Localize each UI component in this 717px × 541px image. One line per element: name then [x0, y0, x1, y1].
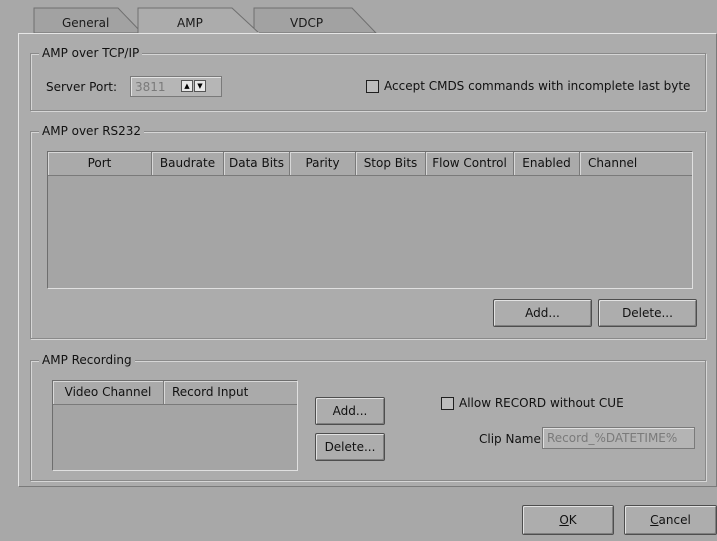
recording-table-header: Video Channel Record Input	[53, 381, 297, 405]
column-header-baudrate[interactable]: Baudrate	[152, 152, 224, 176]
recording-add-button[interactable]: Add...	[315, 397, 385, 425]
dialog-button-bar: OK Cancel	[0, 488, 717, 541]
amp-rs232-title: AMP over RS232	[39, 123, 145, 139]
recording-delete-button[interactable]: Delete...	[315, 433, 385, 461]
rs232-add-button[interactable]: Add...	[493, 299, 592, 327]
ok-label-rest: K	[568, 513, 577, 527]
clip-name-label: Clip Name:	[479, 432, 545, 446]
amp-rs232-group: AMP over RS232 Port Baudrate Data Bits P…	[30, 123, 706, 339]
server-port-spinner[interactable]: 3811 ▲ ▼	[130, 76, 222, 97]
rs232-port-table[interactable]: Port Baudrate Data Bits Parity Stop Bits…	[47, 151, 693, 289]
spinner-down-icon[interactable]: ▼	[194, 80, 206, 92]
spinner-up-icon[interactable]: ▲	[181, 80, 193, 92]
column-header-data-bits[interactable]: Data Bits	[224, 152, 290, 176]
column-header-flow-control[interactable]: Flow Control	[426, 152, 514, 176]
server-port-value: 3811	[135, 80, 166, 94]
amp-tcp-group: AMP over TCP/IP Server Port: 3811 ▲ ▼ Ac…	[30, 45, 706, 111]
cancel-mnemonic: C	[650, 513, 659, 527]
ok-mnemonic: O	[559, 513, 569, 527]
column-header-parity[interactable]: Parity	[290, 152, 356, 176]
column-header-video-channel[interactable]: Video Channel	[53, 381, 164, 405]
column-header-enabled[interactable]: Enabled	[514, 152, 580, 176]
clip-name-input[interactable]: Record_%DATETIME%	[542, 427, 695, 449]
tab-amp[interactable]: AMP	[177, 16, 203, 30]
allow-record-label: Allow RECORD without CUE	[459, 396, 624, 410]
recording-table[interactable]: Video Channel Record Input	[52, 380, 298, 471]
rs232-table-header: Port Baudrate Data Bits Parity Stop Bits…	[48, 152, 692, 176]
amp-recording-title: AMP Recording	[39, 352, 135, 368]
column-header-record-input[interactable]: Record Input	[164, 381, 297, 405]
server-port-label: Server Port:	[46, 80, 117, 94]
ok-button[interactable]: OK	[522, 505, 614, 535]
rs232-delete-button[interactable]: Delete...	[598, 299, 697, 327]
amp-tcp-title: AMP over TCP/IP	[39, 45, 143, 61]
column-header-port[interactable]: Port	[48, 152, 152, 176]
amp-settings-panel: AMP over TCP/IP Server Port: 3811 ▲ ▼ Ac…	[18, 33, 717, 487]
accept-cmds-checkbox[interactable]	[366, 80, 379, 93]
column-header-stop-bits[interactable]: Stop Bits	[356, 152, 426, 176]
amp-recording-group: AMP Recording Video Channel Record Input…	[30, 352, 706, 481]
tab-general[interactable]: General	[62, 16, 109, 30]
column-header-channel[interactable]: Channel	[580, 152, 692, 176]
tab-bar: General AMP VDCP	[0, 0, 717, 34]
tab-vdcp[interactable]: VDCP	[290, 16, 323, 30]
cancel-button[interactable]: Cancel	[624, 505, 717, 535]
allow-record-checkbox[interactable]	[441, 397, 454, 410]
accept-cmds-label: Accept CMDS commands with incomplete las…	[384, 79, 691, 93]
cancel-label-rest: ancel	[658, 513, 691, 527]
